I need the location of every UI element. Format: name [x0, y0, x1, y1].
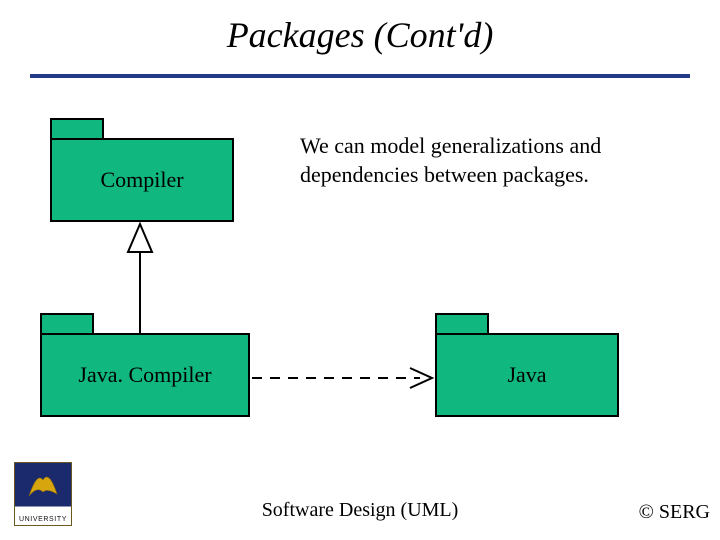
- footer-center: Software Design (UML): [0, 499, 720, 522]
- edge-dependency: [252, 368, 432, 388]
- package-label: Java. Compiler: [78, 362, 211, 388]
- package-body: Compiler: [50, 138, 234, 222]
- slide-description: We can model generalizations and depende…: [300, 132, 670, 189]
- package-label: Compiler: [100, 167, 183, 193]
- package-body: Java. Compiler: [40, 333, 250, 417]
- slide-title: Packages (Cont'd): [0, 14, 720, 56]
- package-body: Java: [435, 333, 619, 417]
- diagram-edges: [0, 0, 720, 540]
- drexel-seal-icon: [23, 466, 63, 502]
- package-tab: [50, 118, 104, 140]
- slide: Packages (Cont'd) We can model generaliz…: [0, 0, 720, 540]
- package-tab: [40, 313, 94, 335]
- title-rule: [30, 74, 690, 78]
- package-tab: [435, 313, 489, 335]
- edge-generalization: [128, 224, 152, 333]
- package-label: Java: [507, 362, 546, 388]
- footer-right: © SERG: [639, 501, 710, 524]
